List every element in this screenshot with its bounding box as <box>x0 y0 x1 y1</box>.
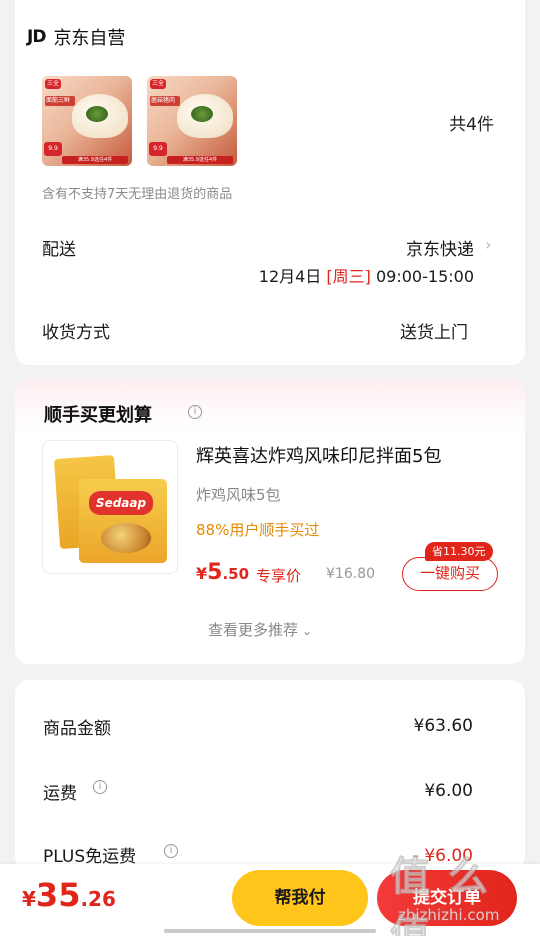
plus-free-shipping-value: - ¥6.00 <box>412 846 473 866</box>
delivery-time-slot[interactable]: 12月4日 [周三] 09:00-15:00 <box>259 263 474 287</box>
one-click-buy-button[interactable]: 一键购买 <box>402 557 498 591</box>
upsell-title: 顺手买更划算 <box>44 405 152 426</box>
price-integer: 5 <box>207 560 223 585</box>
thumbnail-price: 9.9 <box>149 142 167 156</box>
delivery-time: 09:00-15:00 <box>376 267 474 286</box>
price-decimal: .50 <box>222 565 250 583</box>
filling-image <box>191 106 213 122</box>
chevron-down-icon: ⌄ <box>302 624 313 638</box>
brand-badge: 三全 <box>150 79 166 89</box>
delivery-label: 配送 <box>42 240 76 260</box>
home-indicator[interactable] <box>164 929 376 933</box>
brand-badge: 三全 <box>45 79 61 89</box>
upsell-product-spec: 炸鸡风味5包 <box>196 486 281 504</box>
shipping-fee-value: ¥6.00 <box>424 781 473 801</box>
total-currency: ¥ <box>22 887 36 911</box>
non-return-notice: 含有不支持7天无理由退货的商品 <box>42 187 233 202</box>
goods-amount-label: 商品金额 <box>43 719 111 739</box>
item-thumbnail[interactable]: 三全 面筋三鲜 9.9 满35.9选任4件 <box>42 76 132 166</box>
info-icon[interactable]: i <box>93 780 107 794</box>
more-recommendations-link[interactable]: 查看更多推荐 ⌄ <box>208 619 312 640</box>
jd-logo-icon: JD <box>27 27 46 47</box>
filling-image <box>86 106 108 122</box>
delivery-carrier[interactable]: 京东快递 <box>406 235 474 260</box>
store-name: 京东自营 <box>53 28 126 49</box>
price-currency: ¥ <box>196 564 208 583</box>
exclusive-price-label: 专享价 <box>256 567 302 585</box>
more-label: 查看更多推荐 <box>208 621 299 639</box>
chevron-right-icon[interactable]: › <box>485 110 494 129</box>
thumbnail-price: 9.9 <box>44 142 62 156</box>
noodle-food-image <box>101 523 151 553</box>
sedaap-logo: Sedaap <box>89 491 153 515</box>
thumbnail-promo-strip: 满35.9选任4件 <box>62 156 128 164</box>
total-decimal: .26 <box>80 887 116 911</box>
upsell-product-name[interactable]: 辉英喜达炸鸡风味印尼拌面5包 <box>196 442 441 468</box>
info-icon[interactable]: i <box>188 405 202 419</box>
submit-order-button[interactable]: 提交订单 <box>377 870 517 926</box>
original-price: ¥16.80 <box>326 566 375 582</box>
thumbnail-tag: 菌菇猪肉 <box>150 96 180 106</box>
item-thumbnail[interactable]: 三全 菌菇猪肉 9.9 满35.9选任4件 <box>147 76 237 166</box>
total-integer: 35 <box>35 876 81 914</box>
receive-method-label: 收货方式 <box>42 323 110 343</box>
goods-amount-value: ¥63.60 <box>413 716 473 736</box>
help-pay-button[interactable]: 帮我付 <box>232 870 368 926</box>
total-price: ¥35.26 <box>22 876 116 914</box>
shipping-fee-label: 运费 <box>43 784 77 804</box>
delivery-weekday: [周三] <box>326 267 371 286</box>
upsell-product-image[interactable]: Sedaap <box>42 440 178 574</box>
savings-badge: 省11.30元 <box>425 542 493 561</box>
store-header: JD 京东自营 <box>27 24 125 50</box>
info-icon[interactable]: i <box>164 844 178 858</box>
thumbnail-tag: 面筋三鲜 <box>45 96 75 106</box>
chevron-right-icon[interactable]: › <box>485 235 491 254</box>
receive-method-value[interactable]: 送货上门 <box>400 318 468 343</box>
upsell-social-proof: 88%用户顺手买过 <box>196 521 320 539</box>
thumbnail-promo-strip: 满35.9选任4件 <box>167 156 233 164</box>
delivery-date: 12月4日 <box>258 267 322 286</box>
upsell-price: ¥5.50 <box>196 560 249 585</box>
